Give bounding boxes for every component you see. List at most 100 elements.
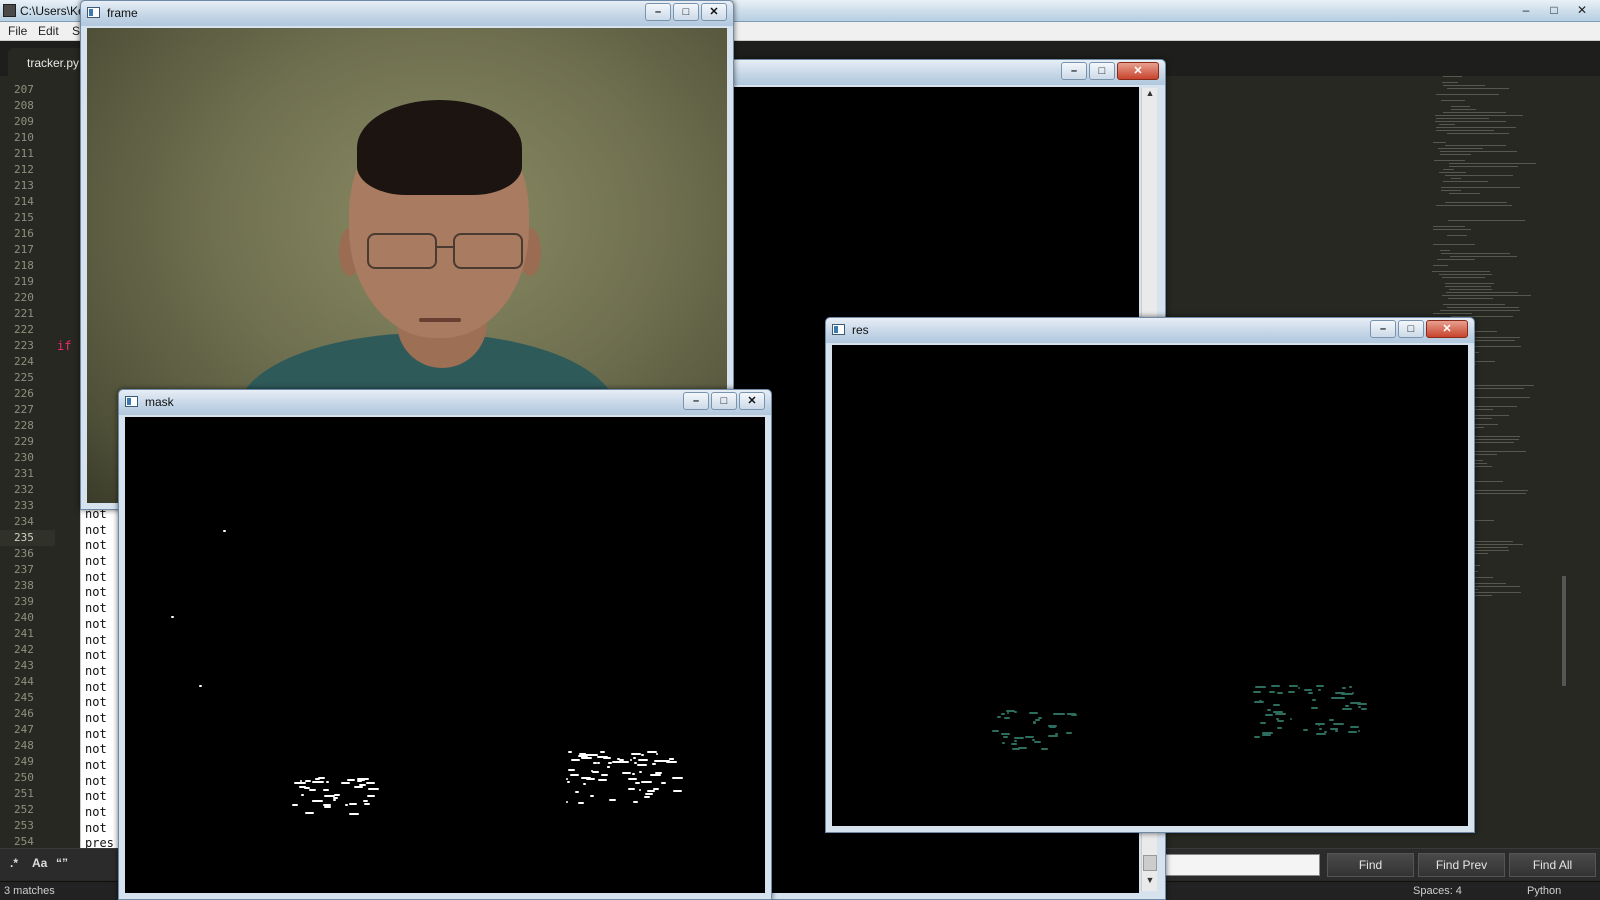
frame-window-titlebar[interactable]: frame – □ ✕ bbox=[81, 1, 733, 26]
close-button[interactable]: ✕ bbox=[1117, 62, 1159, 80]
mask-speckle bbox=[1055, 712, 1066, 715]
maximize-button[interactable]: □ bbox=[1398, 320, 1424, 338]
mask-speckle bbox=[1349, 725, 1360, 728]
console-line: not bbox=[85, 805, 107, 820]
mask-speckle bbox=[996, 715, 1001, 718]
mask-speckle bbox=[1253, 736, 1260, 739]
find-button[interactable]: Find bbox=[1327, 853, 1414, 877]
scroll-thumb[interactable] bbox=[1143, 855, 1157, 871]
case-sensitive-toggle[interactable]: Aa bbox=[32, 856, 47, 870]
minimize-button[interactable]: – bbox=[1514, 2, 1538, 19]
menu-file[interactable]: File bbox=[8, 24, 27, 38]
line-number: 250 bbox=[14, 771, 34, 784]
line-number: 252 bbox=[14, 803, 34, 816]
person-mouth bbox=[419, 318, 461, 322]
minimize-button[interactable]: – bbox=[1370, 320, 1396, 338]
mask-speckle bbox=[171, 616, 174, 618]
close-button[interactable]: ✕ bbox=[1426, 320, 1468, 338]
menu-edit[interactable]: Edit bbox=[38, 24, 59, 38]
mask-speckle bbox=[323, 805, 332, 808]
mask-speckle bbox=[612, 760, 623, 763]
minimap-line bbox=[1448, 298, 1493, 299]
mask-speckle bbox=[654, 772, 662, 775]
maximize-button[interactable]: □ bbox=[1542, 2, 1566, 19]
line-number: 249 bbox=[14, 755, 34, 768]
mask-speckle bbox=[199, 685, 202, 687]
minimap-line bbox=[1433, 244, 1475, 245]
mask-speckle bbox=[1308, 692, 1313, 695]
minimize-button[interactable]: – bbox=[1061, 62, 1087, 80]
menu-selection[interactable]: S bbox=[72, 24, 80, 38]
line-number: 245 bbox=[14, 691, 34, 704]
mask-speckle bbox=[638, 759, 649, 762]
line-number: 239 bbox=[14, 595, 34, 608]
line-number: 233 bbox=[14, 499, 34, 512]
line-number: 248 bbox=[14, 739, 34, 752]
line-number-gutter: 207 208 209 210 211 212 213 214 215 216 217 218 219 2… bbox=[0, 82, 55, 880]
mask-speckle bbox=[566, 781, 570, 784]
res-window-titlebar[interactable]: res – □ ✕ bbox=[826, 318, 1474, 343]
mask-speckle bbox=[638, 789, 641, 792]
window-icon bbox=[87, 7, 100, 18]
find-input[interactable] bbox=[1160, 854, 1320, 876]
minimize-button[interactable]: – bbox=[645, 3, 671, 21]
mask-speckle bbox=[628, 778, 638, 781]
line-number: 222 bbox=[14, 323, 34, 336]
close-button[interactable]: ✕ bbox=[739, 392, 765, 410]
minimap-line bbox=[1436, 205, 1512, 206]
mask-speckle bbox=[1315, 685, 1325, 688]
minimize-button[interactable]: – bbox=[683, 392, 709, 410]
mask-window-titlebar[interactable]: mask – □ ✕ bbox=[119, 390, 771, 415]
syntax-setting[interactable]: Python bbox=[1527, 885, 1561, 897]
scroll-down-arrow-icon[interactable]: ▼ bbox=[1142, 875, 1158, 891]
line-number: 219 bbox=[14, 275, 34, 288]
maximize-button[interactable]: □ bbox=[1089, 62, 1115, 80]
minimap-line bbox=[1440, 250, 1450, 251]
code-keyword: if bbox=[57, 339, 72, 353]
minimap-line bbox=[1433, 313, 1472, 314]
console-line: not bbox=[85, 554, 107, 569]
mask-speckle bbox=[311, 799, 323, 802]
line-number: 213 bbox=[14, 179, 34, 192]
close-button[interactable]: ✕ bbox=[1570, 2, 1594, 19]
console-line: not bbox=[85, 742, 107, 757]
mask-window-controls: – □ ✕ bbox=[683, 392, 765, 410]
close-button[interactable]: ✕ bbox=[701, 3, 727, 21]
minimap-line bbox=[1447, 235, 1467, 236]
mask-speckle bbox=[1342, 686, 1347, 689]
mask-speckle bbox=[586, 777, 596, 780]
mask-speckle bbox=[304, 779, 312, 782]
console-line: not bbox=[85, 789, 107, 804]
line-number: 208 bbox=[14, 99, 34, 112]
maximize-button[interactable]: □ bbox=[673, 3, 699, 21]
mask-speckle bbox=[1304, 689, 1313, 692]
regex-toggle[interactable]: .* bbox=[10, 856, 18, 870]
line-number: 209 bbox=[14, 115, 34, 128]
mask-speckle bbox=[1262, 733, 1271, 736]
minimap-line bbox=[1432, 271, 1490, 272]
mask-speckle bbox=[567, 751, 572, 754]
find-prev-button[interactable]: Find Prev bbox=[1418, 853, 1505, 877]
line-number: 216 bbox=[14, 227, 34, 240]
minimap-line bbox=[1436, 94, 1499, 95]
minimap-line bbox=[1439, 124, 1455, 125]
console-line: not bbox=[85, 695, 107, 710]
minimap-line bbox=[1441, 100, 1465, 101]
line-number: 212 bbox=[14, 163, 34, 176]
scroll-up-arrow-icon[interactable]: ▲ bbox=[1142, 88, 1158, 104]
mask-speckle bbox=[333, 797, 338, 800]
console-line: not bbox=[85, 773, 107, 788]
mask-speckle bbox=[631, 753, 641, 756]
hsv-window-titlebar[interactable]: – □ ✕ bbox=[719, 60, 1165, 85]
line-number: 232 bbox=[14, 483, 34, 496]
maximize-button[interactable]: □ bbox=[711, 392, 737, 410]
editor-scrollbar[interactable] bbox=[1562, 576, 1566, 686]
indentation-setting[interactable]: Spaces: 4 bbox=[1413, 885, 1462, 897]
mask-speckle bbox=[602, 756, 612, 759]
whole-word-toggle[interactable]: “” bbox=[56, 856, 68, 870]
console-line: not bbox=[85, 522, 107, 537]
frame-window-controls: – □ ✕ bbox=[645, 3, 727, 21]
find-all-button[interactable]: Find All bbox=[1509, 853, 1596, 877]
mask-speckle bbox=[1267, 709, 1272, 712]
mask-speckle bbox=[655, 753, 659, 756]
